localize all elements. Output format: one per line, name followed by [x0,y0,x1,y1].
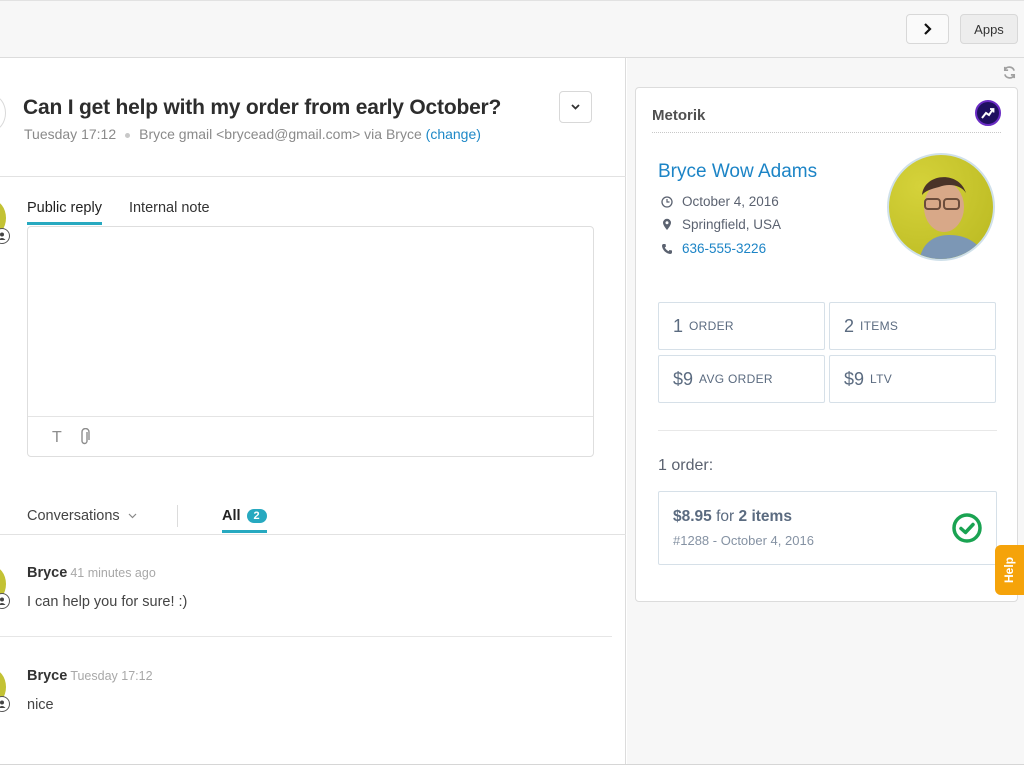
author-name: Bryce [27,668,68,684]
stat-value: 1 [673,315,684,336]
stat-orders: 1 ORDER [658,302,825,350]
paperclip-icon [81,427,90,445]
top-bar: Apps [0,0,1024,58]
apps-sidebar: Metorik Bryce Wow Adams October 4, 2016 … [627,58,1024,764]
map-pin-icon [660,218,674,231]
count-badge: 2 [246,509,267,523]
divider [0,176,626,177]
tab-all[interactable]: All 2 [222,508,267,533]
apps-button[interactable]: Apps [960,14,1018,44]
message-time: Tuesday 17:12 [70,669,153,683]
stat-value: $9 [844,368,865,389]
reply-textarea[interactable] [28,227,593,416]
divider [0,534,626,535]
location-text: Springfield, USA [682,217,782,232]
stat-label: LTV [870,372,893,386]
editor-toolbar: T [28,416,593,457]
check-circle-icon [951,512,983,549]
customer-location: Springfield, USA [660,217,781,232]
help-label: Help [1002,556,1017,584]
customer-photo-illustration [919,177,988,259]
customer-date: October 4, 2016 [660,194,779,209]
order-meta: #1288 - October 4, 2016 [673,533,814,548]
stat-value: $9 [673,368,694,389]
refresh-button[interactable] [1002,65,1017,85]
ticket-from: Bryce gmail <brycead@gmail.com> via Bryc… [139,126,422,142]
stat-label: ITEMS [860,319,899,333]
order-amount: $8.95 [673,508,712,525]
refresh-icon [1003,66,1016,79]
date-text: October 4, 2016 [682,194,779,209]
chevron-down-icon [571,104,580,110]
ticket-time: Tuesday 17:12 [24,126,117,142]
user-badge-icon [0,696,10,712]
stat-avg-order: $9 AVG ORDER [658,355,825,403]
message-body: nice [27,697,54,713]
order-item[interactable]: $8.95 for 2 items #1288 - October 4, 201… [658,491,997,565]
divider [652,132,1001,133]
author-name: Bryce [27,565,68,581]
tab-internal-note[interactable]: Internal note [129,200,210,225]
message-time: 41 minutes ago [70,566,156,580]
ticket-meta: Tuesday 17:12 Bryce gmail <brycead@gmail.… [24,126,481,142]
stat-value: 2 [844,315,855,336]
stat-label: AVG ORDER [699,372,773,386]
divider [658,430,997,431]
orders-heading: 1 order: [658,457,714,474]
user-badge-icon [0,228,10,244]
order-for: for [716,508,735,525]
metorik-card: Metorik Bryce Wow Adams October 4, 2016 … [635,87,1018,602]
separator-dot [125,132,131,138]
metorik-logo-icon [975,100,1001,126]
conversations-filter[interactable]: Conversations [27,508,137,524]
stat-label: ORDER [689,319,734,333]
reply-tabs: Public reply Internal note [27,200,210,225]
chevron-right-icon [923,23,932,35]
customer-photo [887,153,995,261]
phone-link[interactable]: 636-555-3226 [682,241,766,256]
help-button[interactable]: Help [995,545,1024,595]
attach-button[interactable] [79,427,91,451]
conversations-label: Conversations [27,508,120,524]
customer-name-link[interactable]: Bryce Wow Adams [658,161,817,183]
ticket-main: Can I get help with my order from early … [0,58,626,764]
next-button[interactable] [906,14,949,44]
order-items: 2 items [738,508,792,525]
customer-phone: 636-555-3226 [660,241,766,256]
divider [0,764,1024,765]
message-author: Bryce Tuesday 17:12 [27,668,153,684]
ticket-subject: Can I get help with my order from early … [23,96,502,119]
all-label: All [222,508,241,524]
change-link[interactable]: (change) [426,126,481,142]
requester-avatar [0,95,6,131]
order-title: $8.95 for 2 items [673,508,792,526]
divider [0,636,612,637]
ticket-actions-dropdown[interactable] [559,91,592,123]
chevron-down-icon [128,513,137,519]
phone-icon [660,243,674,255]
tab-public-reply[interactable]: Public reply [27,200,102,225]
message-author: Bryce 41 minutes ago [27,565,156,581]
stat-ltv: $9 LTV [829,355,996,403]
stat-items: 2 ITEMS [829,302,996,350]
divider [177,505,178,527]
user-badge-icon [0,593,10,609]
text-format-button[interactable]: T [52,429,62,447]
clock-icon [660,195,674,208]
app-title: Metorik [652,107,706,124]
reply-editor: T [27,226,594,457]
message-body: I can help you for sure! :) [27,594,188,610]
